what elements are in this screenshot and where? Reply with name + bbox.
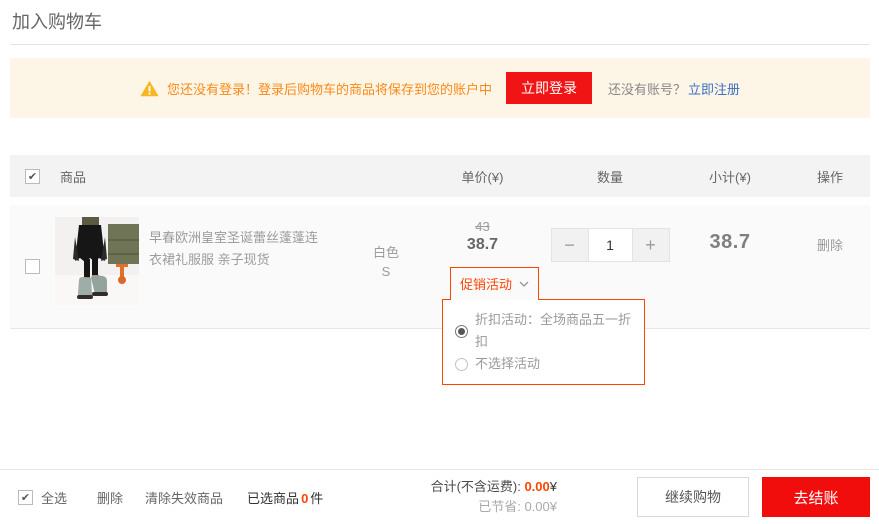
check-icon: ✔ [21, 491, 30, 504]
check-icon: ✔ [28, 170, 37, 183]
total-line: 合计(不含运费): 0.00¥ [431, 477, 557, 497]
product-variant: 白色 S [373, 217, 399, 328]
chevron-down-icon [519, 281, 529, 287]
select-all-header-checkbox[interactable]: ✔ [25, 169, 40, 184]
quantity-stepper: − + [551, 228, 670, 262]
login-now-button[interactable]: 立即登录 [506, 72, 592, 104]
totals-block: 合计(不含运费): 0.00¥ 已节省: 0.00¥ [431, 477, 557, 517]
select-all-control[interactable]: ✔ 全选 [18, 488, 67, 507]
cart-item-row: 早春欧洲皇室圣诞蕾丝蓬蓬连衣裙礼服服 亲子现货 白色 S 43 38.7 − +… [10, 205, 870, 329]
register-link[interactable]: 立即注册 [688, 79, 740, 98]
table-header-row: ✔ 商品 单价(¥) 数量 小计(¥) 操作 [10, 155, 870, 197]
login-warning-banner: 您还没有登录！登录后购物车的商品将保存到您的账户中 立即登录 还没有账号？ 立即… [10, 58, 870, 118]
cart-table: ✔ 商品 单价(¥) 数量 小计(¥) 操作 [10, 155, 870, 329]
product-image[interactable] [55, 217, 139, 305]
delete-item-link[interactable]: 删除 [817, 238, 843, 253]
product-name[interactable]: 早春欧洲皇室圣诞蕾丝蓬蓬连衣裙礼服服 亲子现货 [149, 217, 327, 328]
cart-page: 加入购物车 您还没有登录！登录后购物车的商品将保存到您的账户中 立即登录 还没有… [0, 0, 879, 524]
currency-symbol: ¥ [550, 479, 557, 494]
footer-delete-link[interactable]: 删除 [97, 488, 123, 507]
product-color: 白色 [373, 243, 399, 262]
promotion-option-discount[interactable]: 折扣活动：全场商品五一折扣 [455, 309, 632, 353]
item-subtotal: 38.7 [670, 205, 790, 328]
current-price: 38.7 [415, 236, 550, 254]
total-value: 0.00 [524, 479, 549, 494]
radio-selected-icon[interactable] [455, 325, 468, 338]
product-size: S [373, 262, 399, 281]
quantity-decrease-button[interactable]: − [551, 228, 589, 262]
selected-count: 0 [299, 491, 310, 506]
header-subtotal: 小计(¥) [670, 167, 790, 186]
promotion-option-none[interactable]: 不选择活动 [455, 353, 632, 375]
continue-shopping-button[interactable]: 继续购物 [637, 477, 749, 517]
selected-count-text: 已选商品0件 [247, 488, 323, 507]
select-all-checkbox[interactable]: ✔ [18, 490, 33, 505]
select-all-label: 全选 [41, 488, 67, 507]
header-unit-price: 单价(¥) [415, 167, 550, 186]
checkout-button[interactable]: 去结账 [762, 477, 870, 517]
divider [10, 44, 870, 45]
quantity-increase-button[interactable]: + [632, 228, 670, 262]
saved-line: 已节省: 0.00¥ [431, 497, 557, 517]
quantity-input[interactable] [588, 228, 633, 262]
item-checkbox[interactable] [25, 259, 40, 274]
promotion-option-label: 不选择活动 [475, 353, 540, 375]
promotion-panel: 折扣活动：全场商品五一折扣 不选择活动 [442, 299, 645, 385]
promotion-dropdown: 促销活动 折扣活动：全场商品五一折扣 不选择活动 [442, 267, 645, 385]
promotion-tab[interactable]: 促销活动 [450, 267, 539, 300]
warning-icon [140, 80, 159, 97]
no-account-text: 还没有账号？ [608, 79, 686, 98]
saved-value: 0.00¥ [524, 499, 557, 514]
promotion-label: 促销活动 [460, 274, 512, 293]
header-product: 商品 [55, 167, 415, 186]
footer-bar: ✔ 全选 删除 清除失效商品 已选商品0件 合计(不含运费): 0.00¥ 已节… [0, 469, 879, 524]
promotion-option-label: 折扣活动：全场商品五一折扣 [475, 309, 632, 353]
page-title: 加入购物车 [12, 8, 102, 34]
original-price: 43 [415, 219, 550, 234]
header-quantity: 数量 [550, 167, 670, 186]
login-warning-message: 您还没有登录！登录后购物车的商品将保存到您的账户中 [167, 79, 492, 98]
clear-invalid-link[interactable]: 清除失效商品 [145, 488, 223, 507]
radio-unselected-icon[interactable] [455, 358, 468, 371]
header-action: 操作 [790, 167, 870, 186]
